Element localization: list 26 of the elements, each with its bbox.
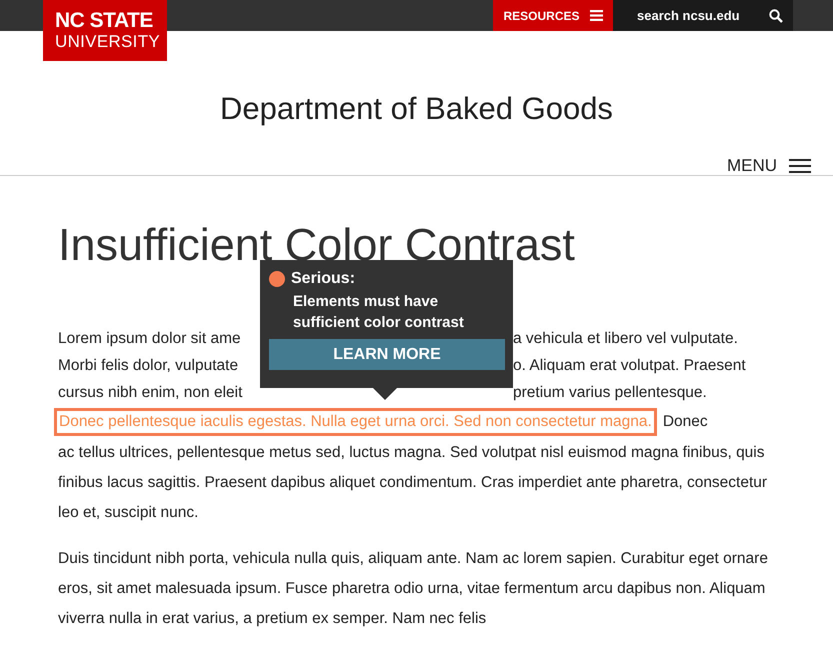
issue-message: Elements must have sufficient color contrast [293,292,465,333]
site-title: Department of Baked Goods [219,90,614,128]
search-icon [769,8,783,22]
paragraph-text: Lorem ipsum dolor sit ame [58,329,242,349]
search-field[interactable]: search ncsu.edu [613,0,793,31]
menu-button[interactable]: MENU [726,156,811,176]
search-input[interactable]: search ncsu.edu [635,7,769,24]
severity-label: Serious: [291,270,356,288]
paragraph-text: Morbi felis dolor, vulputate [58,356,240,376]
paragraph-text: pretium varius pellentesque. [513,383,707,403]
paragraph-text: cursus nibh enim, non eleit [58,383,244,403]
resources-button[interactable]: RESOURCES [493,0,613,31]
highlighted-text: Donec pellentesque iaculis egestas. Nulla eget urna orci. Sed non consectetur magna. [54,408,657,436]
logo-text: UNIVERSITY [55,32,162,51]
paragraph-text: a vehicula et libero vel vulputate. [513,329,738,349]
menu-icon [590,9,602,22]
paragraph-text: ac tellus ultrices, pellentesque metus sed, luctus magna. Sed volutpat nisl euismod magna finibus, quis finibus lacus sagittis. Praesent dapibus aliquet condimentum. Cras imperdiet ante pharetra, consectetur leo et, suscipit nunc. [58,443,768,523]
paragraph-text: Duis tincidunt nibh porta, vehicula nulla quis, aliquam ante. Nam ac lorem sapien. Curabitur eget ornare eros, sit amet malesuada ipsum. Fusce pharetra odio urna, vitae fermentum arcu dapibus non. Aliquam viverra nulla in erat varius, a pretium ex semper. Nam nec felis [58,549,769,629]
menu-icon [789,158,811,174]
paragraph-text: Donec [662,413,708,431]
learn-more-button[interactable]: LEARN MORE [269,339,505,370]
logo-text: NC STATE [55,10,154,32]
page-heading: Insufficient Color Contrast [58,218,576,271]
university-logo[interactable]: NC STATE UNIVERSITY [43,0,167,61]
severity-dot-icon [269,271,285,287]
paragraph-text: o. Aliquam erat volutpat. Praesent [513,356,746,376]
